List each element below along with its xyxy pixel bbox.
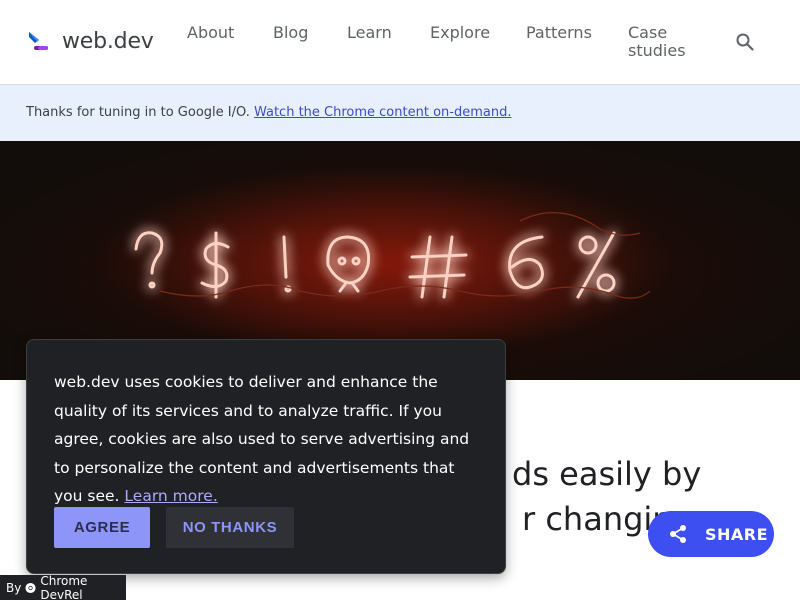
nav-case-studies[interactable]: Case studies	[628, 24, 698, 60]
share-icon	[670, 525, 686, 543]
banner-link[interactable]: Watch the Chrome content on-demand.	[254, 105, 512, 120]
main-nav: About Blog Learn Explore Patterns Case s…	[0, 22, 800, 62]
cookie-message: web.dev uses cookies to deliver and enha…	[54, 368, 484, 511]
badge-name: Chrome DevRel	[40, 573, 88, 600]
nav-explore[interactable]: Explore	[430, 24, 490, 42]
site-header: web.dev About Blog Learn Explore Pattern…	[0, 0, 800, 85]
learn-more-link[interactable]: Learn more.	[124, 487, 217, 505]
nav-learn[interactable]: Learn	[347, 24, 392, 42]
cookie-text: web.dev uses cookies to deliver and enha…	[54, 373, 470, 506]
badge-by: By	[6, 580, 22, 595]
chrome-icon	[25, 582, 36, 593]
share-button[interactable]: SHARE	[648, 511, 774, 557]
author-badge[interactable]: By Chrome DevRel	[0, 573, 126, 600]
banner-message: Thanks for tuning in to Google I/O.	[26, 105, 254, 120]
share-label: SHARE	[705, 525, 769, 544]
article-title-line-1: ds easily by	[512, 455, 702, 493]
banner-text: Thanks for tuning in to Google I/O. Watc…	[26, 105, 511, 120]
cookie-consent-dialog: web.dev uses cookies to deliver and enha…	[26, 339, 506, 574]
agree-button[interactable]: AGREE	[54, 507, 150, 548]
nav-patterns[interactable]: Patterns	[526, 24, 592, 42]
search-icon[interactable]	[733, 30, 757, 54]
announcement-banner: Thanks for tuning in to Google I/O. Watc…	[0, 85, 800, 141]
nav-blog[interactable]: Blog	[273, 24, 308, 42]
no-thanks-button[interactable]: NO THANKS	[166, 507, 294, 548]
nav-about[interactable]: About	[187, 24, 234, 42]
